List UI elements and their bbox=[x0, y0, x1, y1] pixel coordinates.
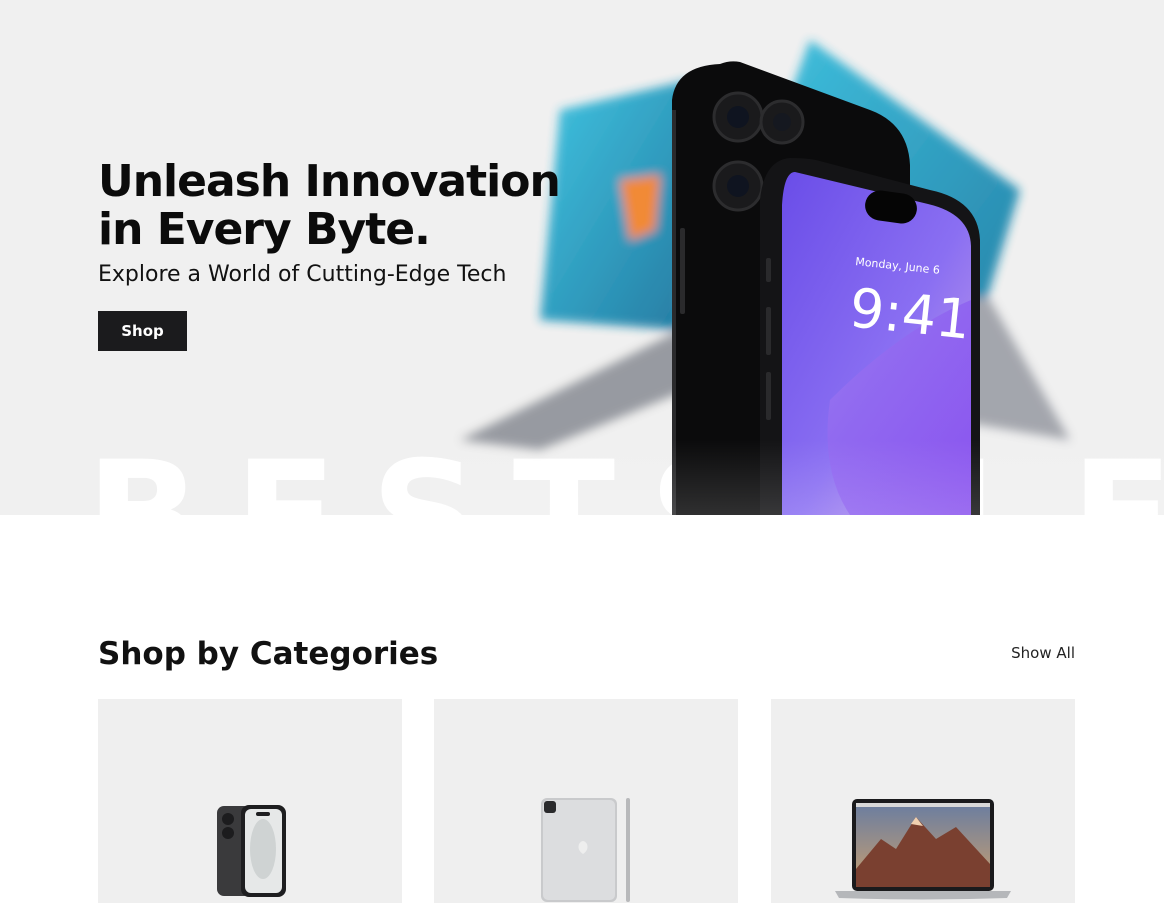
category-card-laptops[interactable] bbox=[771, 699, 1075, 903]
shop-button[interactable]: Shop bbox=[98, 311, 187, 351]
hero-subtitle: Explore a World of Cutting-Edge Tech bbox=[98, 262, 507, 287]
category-card-tablets[interactable] bbox=[434, 699, 738, 903]
phone-time-text: 9:41 bbox=[847, 276, 974, 351]
hero-devices-image: Monday, June 6 9:41 bbox=[430, 40, 1164, 515]
tablet-icon bbox=[541, 798, 630, 902]
show-all-link[interactable]: Show All bbox=[1011, 644, 1075, 662]
laptop-icon bbox=[835, 799, 1011, 900]
hero-title-line2: in Every Byte. bbox=[98, 204, 431, 255]
hero-title: Unleash Innovation in Every Byte. bbox=[98, 158, 618, 254]
hero-banner: BESTSALE bbox=[0, 0, 1164, 515]
hero-title-line1: Unleash Innovation bbox=[98, 156, 561, 207]
categories-title: Shop by Categories bbox=[98, 636, 439, 672]
smartphone-icon bbox=[217, 805, 286, 897]
category-card-phones[interactable] bbox=[98, 699, 402, 903]
